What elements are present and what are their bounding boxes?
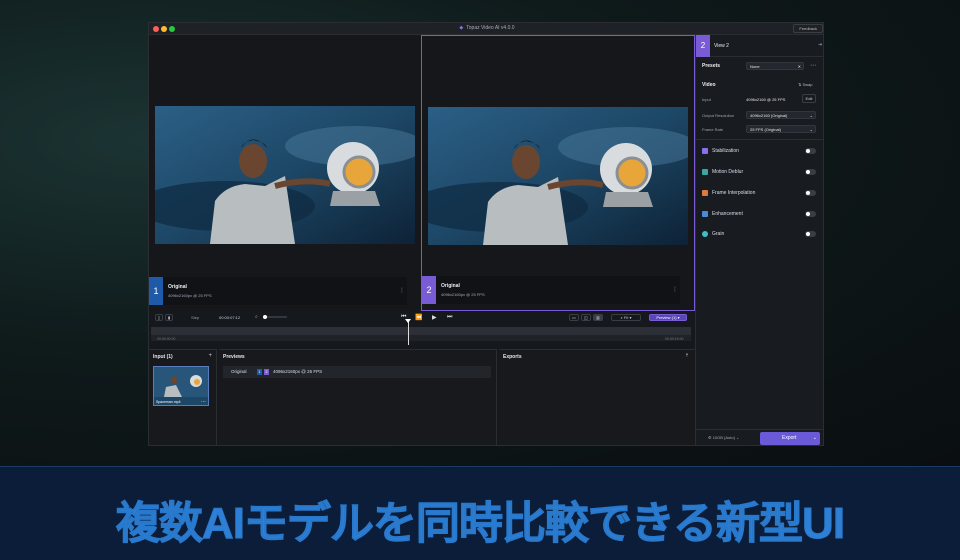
enhancement-toggle[interactable] [805,211,816,217]
view-info-2: 2 Original 4096x2160px @ 25 FPS ⋮ [422,276,680,304]
promo-banner: 複数AIモデルを同時比較できる新型UI [0,466,960,560]
volume-slider[interactable] [263,315,287,319]
previews-panel: Previews Original 1 2 4096x2160px @ 25 F… [219,349,497,445]
frame-interpolation-icon [702,190,708,196]
output-resolution-select[interactable]: 4096x2160 (Original) ⌄ [746,111,816,119]
collapse-icon[interactable]: ⇥ [818,42,822,48]
motion-deblur-icon [702,169,708,175]
chevron-down-icon[interactable]: ⌄ [813,432,817,445]
input-filename: Spaceman.mp4 [156,400,181,404]
zoom-icon[interactable]: ⌕ [255,314,258,320]
swap-button[interactable]: ⇅ Swap [798,82,812,87]
more-options-icon[interactable]: ⋮ [672,286,678,293]
export-button[interactable]: Export ⌄ [760,432,820,445]
layout-button-1[interactable]: ▭ [569,314,579,321]
single-view-button[interactable]: ▮ [165,314,173,321]
exports-panel-title: Exports [503,354,522,360]
motion-deblur-toggle[interactable] [805,169,816,175]
view-title: Original [441,283,460,289]
view-subtitle: 4096x2160px @ 25 FPS [441,292,485,297]
stabilization-toggle[interactable] [805,148,816,154]
timeline-end: 00:00:15:00 [665,337,684,341]
view-badge-1: 1 [257,369,262,375]
divider [696,139,823,140]
split-view-button[interactable]: ▯ [155,314,163,321]
play-icon[interactable]: ▶ [432,314,437,321]
more-options-icon[interactable]: ⋮ [399,287,405,294]
grain-toggle[interactable] [805,231,816,237]
output-resolution-label: Output Resolution [702,113,735,118]
window-title: ◆ Topaz Video AI v4.0.0 [459,25,515,31]
layout-button-3[interactable]: ▥ [593,314,603,321]
chevron-down-icon: ⌄ [809,113,813,118]
timecode-display[interactable]: 00:00:07:12 [219,315,240,320]
feature-motion-deblur[interactable]: Motion Deblur [702,168,820,178]
layout-button-2[interactable]: ◫ [581,314,591,321]
feature-frame-interpolation[interactable]: Frame Interpolation [702,189,820,199]
playback-controls: ▯ ▮ Step 00:00:07:12 ⌕ ⏮ ⏪ ▶ ⏭ ▭ ◫ ▥ ⌕ F… [149,311,695,323]
add-input-button[interactable]: + [208,353,212,359]
title-bar: ◆ Topaz Video AI v4.0.0 Feedback [149,23,823,35]
step-label: Step [191,315,200,320]
edit-button[interactable]: Edit [802,94,816,103]
chevron-down-icon: ⌄ [809,127,813,132]
feature-grain[interactable]: Grain [702,230,820,240]
grain-icon [702,231,708,237]
view-number-badge: 1 [149,277,163,305]
view-info-1: 1 Original 4096x2160px @ 25 FPS ⋮ [149,277,407,305]
step-forward-icon[interactable]: ⏭ [447,314,452,321]
view-header: 2 View 2 ⇥ [696,35,823,57]
stabilization-icon [702,148,708,154]
view-badge-2: 2 [264,369,269,375]
previews-panel-title: Previews [223,354,245,360]
timeline-playhead[interactable] [405,319,411,345]
feedback-button[interactable]: Feedback [793,24,823,33]
exports-panel: Exports ⇡ [499,349,695,445]
banner-text: 複数AIモデルを同時比較できる新型UI [115,499,845,549]
view-title: View 2 [714,43,729,49]
timeline-track-secondary[interactable] [151,335,691,341]
settings-sidebar: 2 View 2 ⇥ Presets None ✕ ⋯ Video ⇅ Swap … [695,35,823,445]
preview-view-2[interactable]: 2 Original 4096x2160px @ 25 FPS ⋮ [421,35,695,311]
frame-rate-select[interactable]: 25 FPS (Original) ⌄ [746,125,816,133]
view-number-badge: 2 [696,35,710,57]
presets-label: Presets [702,63,721,69]
feature-enhancement[interactable]: Enhancement [702,210,820,220]
timeline-track[interactable] [151,327,691,335]
presets-select[interactable]: None ✕ [746,62,804,70]
input-thumbnail-image [154,367,208,397]
enhancement-icon [702,211,708,217]
topaz-logo-icon: ◆ [459,25,464,31]
clear-icon[interactable]: ✕ [798,63,801,70]
preview-row[interactable]: Original 1 2 4096x2160px @ 25 FPS [223,366,491,378]
input-label: Input [702,97,711,102]
step-back-icon[interactable]: ⏪ [415,314,422,321]
preview-view-1[interactable]: 1 Original 4096x2160px @ 25 FPS ⋮ [149,35,421,311]
timeline-start: 00:00:00:00 [157,337,176,341]
presets-menu-icon[interactable]: ⋯ [810,62,816,69]
preview-button[interactable]: Preview (1) ▾ [649,314,687,321]
view-number-badge: 2 [422,276,436,304]
frame-rate-label: Frame Rate [702,127,724,132]
input-options-icon[interactable]: ⋯ [201,399,206,405]
video-frame-2 [428,107,688,245]
view-subtitle: 4096x2160px @ 25 FPS [168,293,212,298]
input-panel: Input (1) + Spaceman.mp4 ⋯ [149,349,217,445]
feature-stabilization[interactable]: Stabilization [702,147,820,157]
exports-menu-icon[interactable]: ⇡ [685,353,689,359]
app-window: ◆ Topaz Video AI v4.0.0 Feedback 1 Origi… [148,22,824,446]
video-frame-1 [155,106,415,244]
input-value: 4096x2160 @ 25 FPS [746,97,786,102]
video-section-label: Video [702,82,716,88]
input-thumbnail[interactable]: Spaceman.mp4 ⋯ [153,366,209,406]
view-title: Original [168,284,187,290]
zoom-select[interactable]: ⌕ Fit ▾ [611,314,641,321]
input-panel-title: Input (1) [153,354,173,360]
gpu-memory-select[interactable]: ⚙ 10GB (Auto) ⌄ [708,435,739,440]
export-bar: ⚙ 10GB (Auto) ⌄ Export ⌄ [696,429,823,445]
frame-interpolation-toggle[interactable] [805,190,816,196]
